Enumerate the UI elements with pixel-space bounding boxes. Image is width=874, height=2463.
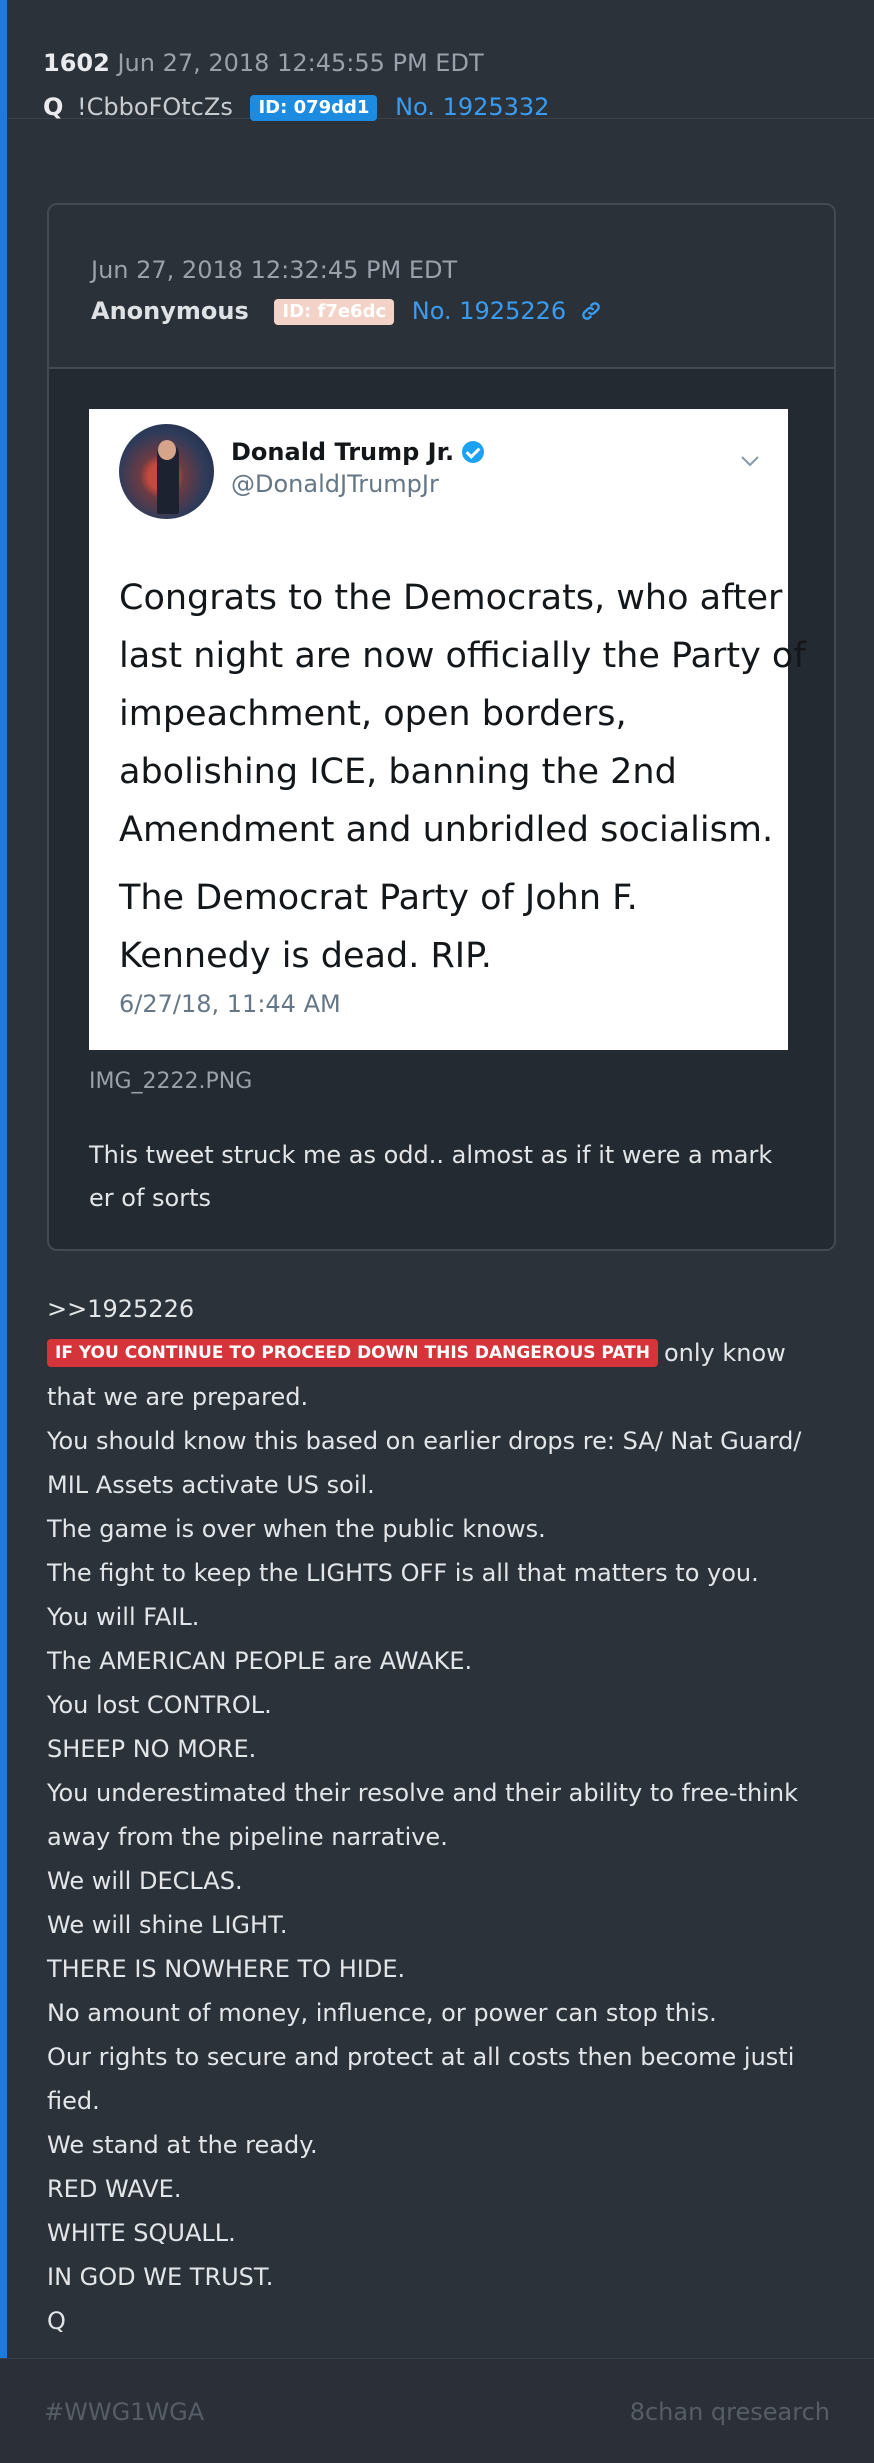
poster-name: Q (43, 93, 64, 121)
body-line: You will FAIL. (47, 1603, 200, 1631)
footer-source: 8chan qresearch (629, 2398, 830, 2426)
reply-reference-link[interactable]: >>1925226 (47, 1287, 847, 1331)
body-line: SHEEP NO MORE. (47, 1735, 257, 1763)
body-line: that we are prepared. (47, 1383, 309, 1411)
tweet-line: The Democrat Party of John F. (119, 878, 638, 918)
tweet-author-name: Donald Trump Jr. (231, 437, 485, 467)
warning-tag: IF YOU CONTINUE TO PROCEED DOWN THIS DAN… (47, 1339, 658, 1367)
tweet-handle: @DonaldJTrumpJr (231, 470, 439, 498)
quoted-post-number-link[interactable]: No. 1925226 (412, 297, 566, 325)
body-line: WHITE SQUALL. (47, 2219, 236, 2247)
post-meta-line: 1602 Jun 27, 2018 12:45:55 PM EDT (43, 48, 484, 78)
tweet-line: Kennedy is dead. RIP. (119, 936, 492, 976)
body-line: You should know this based on earlier dr… (47, 1427, 802, 1455)
body-text: only know (663, 1339, 786, 1367)
quoted-post-date: Jun 27, 2018 12:32:45 PM EDT (91, 256, 458, 284)
poster-id-badge: ID: 079dd1 (250, 95, 378, 121)
quoted-post-header: Jun 27, 2018 12:32:45 PM EDT Anonymous I… (49, 205, 834, 369)
post-author-line: Q !CbboFOtcZs ID: 079dd1 No. 1925332 (43, 92, 549, 122)
body-line: THERE IS NOWHERE TO HIDE. (47, 1955, 406, 1983)
body-line: The game is over when the public knows. (47, 1515, 546, 1543)
chevron-down-icon (739, 449, 761, 474)
post-header: 1602 Jun 27, 2018 12:45:55 PM EDT Q !Cbb… (7, 0, 874, 122)
body-line-warning: IF YOU CONTINUE TO PROCEED DOWN THIS DAN… (47, 1331, 847, 1375)
quoted-post-body: Donald Trump Jr. @DonaldJTrumpJr Congrat… (49, 369, 834, 1249)
body-line: You lost CONTROL. (47, 1691, 272, 1719)
body-line: No amount of money, influence, or power … (47, 1999, 717, 2027)
post-number-link[interactable]: No. 1925332 (395, 93, 549, 121)
body-line: MIL Assets activate US soil. (47, 1471, 375, 1499)
post-body: >>1925226 IF YOU CONTINUE TO PROCEED DOW… (47, 1287, 847, 2343)
tweet-text: Congrats to the Democrats, who after las… (119, 569, 806, 985)
body-line: You underestimated their resolve and the… (47, 1779, 798, 1807)
tweet-line: abolishing ICE, banning the 2nd (119, 752, 677, 792)
quoted-post: Jun 27, 2018 12:32:45 PM EDT Anonymous I… (47, 203, 836, 1251)
comment-line: This tweet struck me as odd.. almost as … (89, 1141, 773, 1169)
image-filename[interactable]: IMG_2222.PNG (89, 1067, 252, 1097)
body-line: We stand at the ready. (47, 2131, 318, 2159)
quoted-comment: This tweet struck me as odd.. almost as … (89, 1134, 789, 1220)
signature-line: Q (47, 2307, 66, 2335)
verified-badge-icon (462, 441, 485, 463)
body-line: RED WAVE. (47, 2175, 182, 2203)
avatar (119, 424, 214, 519)
quoted-id-badge: ID: f7e6dc (274, 299, 395, 325)
body-line: The AMERICAN PEOPLE are AWAKE. (47, 1647, 473, 1675)
tweet-line: impeachment, open borders, (119, 694, 627, 734)
body-line: fied. (47, 2087, 100, 2115)
post-accent-bar (0, 0, 7, 2410)
body-line: IN GOD WE TRUST. (47, 2263, 274, 2291)
post-number: 1602 (43, 49, 110, 77)
tripcode: !CbboFOtcZs (77, 93, 233, 121)
body-line: The fight to keep the LIGHTS OFF is all … (47, 1559, 759, 1587)
post-card: 1602 Jun 27, 2018 12:45:55 PM EDT Q !Cbb… (7, 0, 874, 2410)
tweet-line: last night are now officially the Party … (119, 636, 806, 676)
tweet-line: Amendment and unbridled socialism. (119, 810, 774, 850)
post-date: Jun 27, 2018 12:45:55 PM EDT (117, 49, 484, 77)
tweet-timestamp: 6/27/18, 11:44 AM (119, 990, 341, 1018)
body-line: We will DECLAS. (47, 1867, 243, 1895)
footer-hashtag: #WWG1WGA (44, 2398, 205, 2426)
quoted-author: Anonymous (91, 297, 249, 325)
body-line: Our rights to secure and protect at all … (47, 2043, 795, 2071)
quoted-author-line: Anonymous ID: f7e6dc No. 1925226 (91, 296, 602, 329)
link-icon[interactable] (580, 299, 602, 329)
tweet-image[interactable]: Donald Trump Jr. @DonaldJTrumpJr Congrat… (89, 409, 806, 1050)
body-line: We will shine LIGHT. (47, 1911, 288, 1939)
body-line: away from the pipeline narrative. (47, 1823, 448, 1851)
comment-line: er of sorts (89, 1184, 211, 1212)
tweet-line: Congrats to the Democrats, who after (119, 578, 783, 618)
